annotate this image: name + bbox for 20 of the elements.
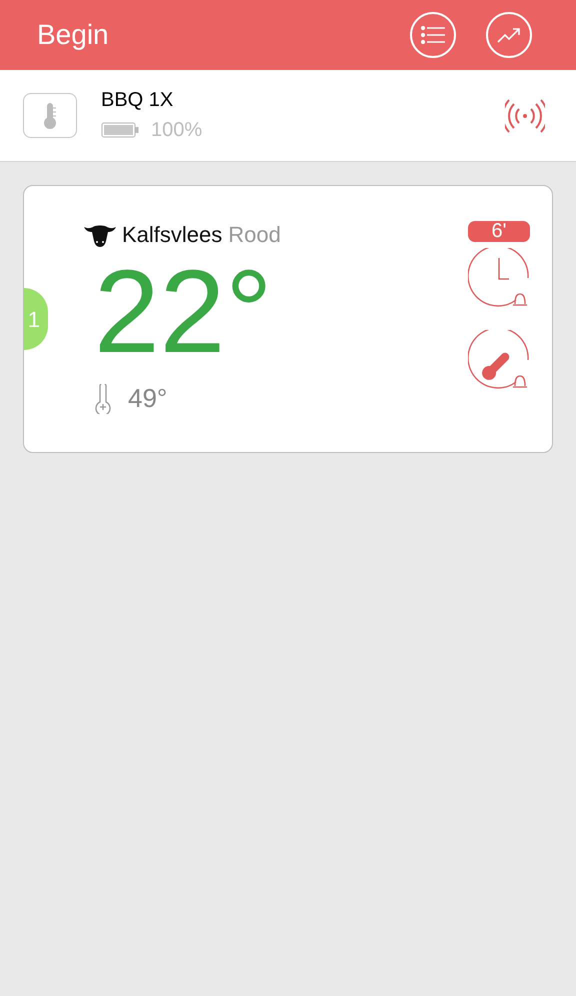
battery-icon bbox=[101, 122, 139, 138]
meat-name: Kalfsvlees bbox=[122, 221, 222, 249]
timer-badge: 6' bbox=[468, 221, 530, 242]
cow-head-icon bbox=[84, 222, 116, 246]
battery-percentage: 100% bbox=[151, 118, 202, 142]
device-row[interactable]: BBQ 1X 100% bbox=[0, 70, 576, 162]
target-temperature: 49° bbox=[128, 382, 168, 415]
doneness-label: Rood bbox=[228, 221, 281, 249]
probe-card[interactable]: 1 Kalfsvlees Rood 22° 49° 6' bbox=[23, 185, 553, 453]
current-temperature: 22° bbox=[94, 257, 274, 367]
thermometer-icon bbox=[94, 384, 112, 414]
list-button[interactable] bbox=[410, 12, 456, 58]
probe-number-badge: 1 bbox=[24, 288, 48, 350]
list-icon bbox=[421, 26, 445, 44]
chart-button[interactable] bbox=[486, 12, 532, 58]
device-name: BBQ 1X bbox=[101, 88, 174, 112]
page-title: Begin bbox=[37, 18, 109, 52]
thermometer-icon bbox=[23, 93, 77, 138]
signal-icon bbox=[505, 98, 545, 134]
trend-arrow-icon bbox=[497, 27, 521, 43]
